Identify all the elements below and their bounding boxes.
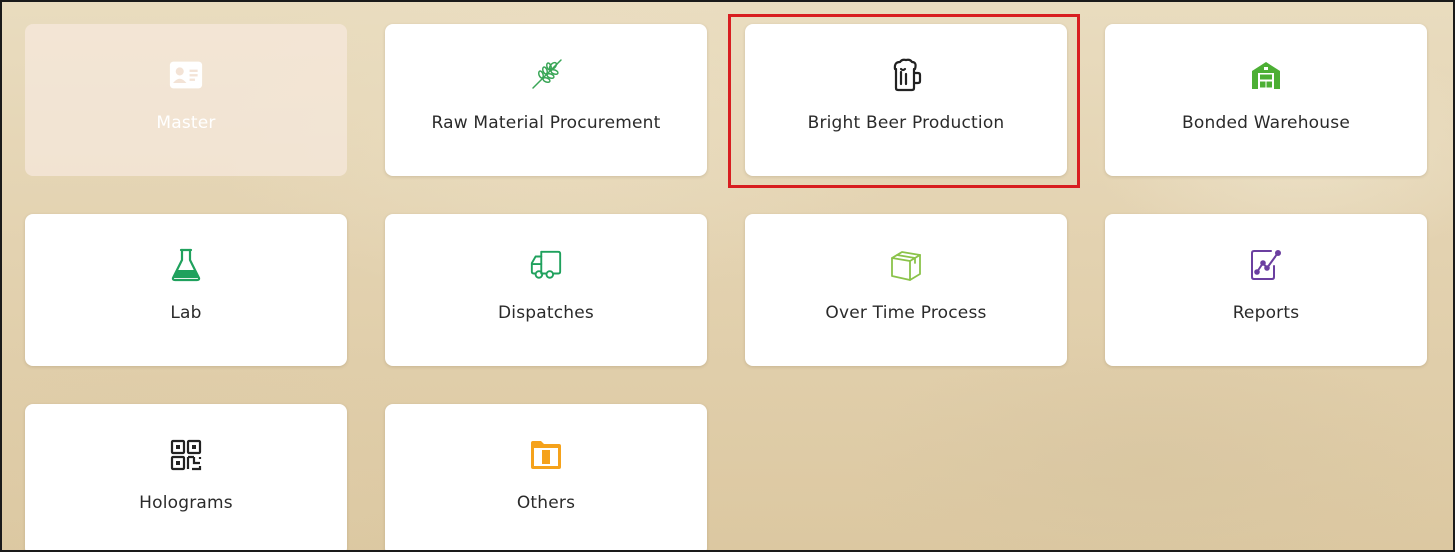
beer-mug-icon <box>889 58 923 92</box>
flask-icon <box>169 248 203 282</box>
folder-icon <box>529 438 563 472</box>
tile-bonded-warehouse-label: Bonded Warehouse <box>1182 113 1350 133</box>
tile-lab[interactable]: Lab <box>25 214 347 366</box>
tile-reports[interactable]: Reports <box>1105 214 1427 366</box>
qr-code-icon <box>169 438 203 472</box>
id-card-icon <box>169 58 203 92</box>
tile-dispatches-label: Dispatches <box>498 303 594 323</box>
tile-master-label: Master <box>156 113 216 133</box>
tile-raw-material-procurement[interactable]: Raw Material Procurement <box>385 24 707 176</box>
warehouse-icon <box>1249 58 1283 92</box>
truck-icon <box>529 248 563 282</box>
tile-holograms-label: Holograms <box>139 493 233 513</box>
module-grid: Master Raw Material Procurement Bright B… <box>2 2 1453 550</box>
tile-master[interactable]: Master <box>25 24 347 176</box>
tile-bright-beer-production-label: Bright Beer Production <box>807 113 1005 133</box>
tile-others-label: Others <box>516 493 576 513</box>
tile-holograms[interactable]: Holograms <box>25 404 347 550</box>
tile-bright-beer-production[interactable]: Bright Beer Production <box>745 24 1067 176</box>
tile-dispatches[interactable]: Dispatches <box>385 214 707 366</box>
tile-over-time-process-label: Over Time Process <box>825 303 987 323</box>
tile-lab-label: Lab <box>170 303 202 323</box>
tile-over-time-process[interactable]: Over Time Process <box>745 214 1067 366</box>
tile-others[interactable]: Others <box>385 404 707 550</box>
wheat-icon <box>529 58 563 92</box>
chart-report-icon <box>1249 248 1283 282</box>
app-background: Master Raw Material Procurement Bright B… <box>0 0 1455 552</box>
tile-raw-material-procurement-label: Raw Material Procurement <box>431 113 661 133</box>
tile-reports-label: Reports <box>1232 303 1300 323</box>
tile-bonded-warehouse[interactable]: Bonded Warehouse <box>1105 24 1427 176</box>
box-icon <box>889 248 923 282</box>
